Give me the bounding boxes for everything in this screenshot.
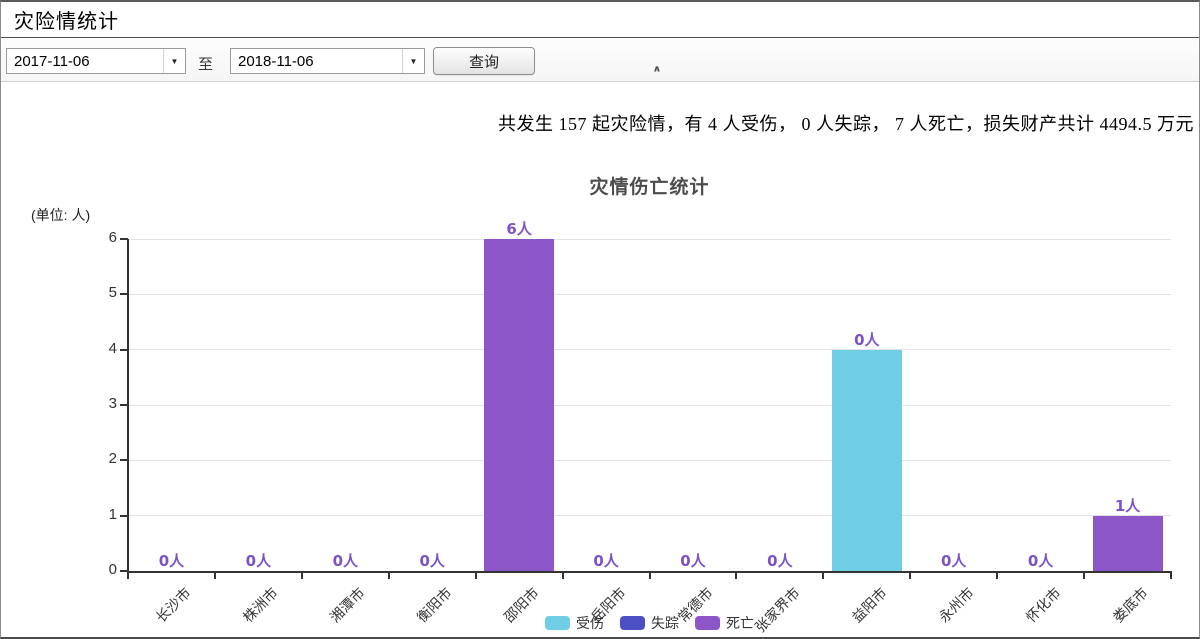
y-axis-label: 0 [62,561,117,578]
x-axis-tick [562,573,564,579]
x-axis-tick [214,573,216,579]
x-axis-tick [388,573,390,579]
legend-label: 失踪 [651,613,679,633]
y-axis-label: 6 [62,229,117,246]
x-axis-tick [649,573,651,579]
bar-value-label: 0人 [566,550,646,571]
x-axis-tick [735,573,737,579]
bar-value-label: 0人 [914,550,994,571]
gridline [128,405,1171,406]
legend-item-失踪[interactable]: 失踪 [620,613,679,633]
casualty-bar-chart: 灾情伤亡统计 (单位: 人) 受伤失踪死亡 01234560人0人0人0人6人0… [1,2,1199,637]
gridline [128,515,1171,516]
legend-item-死亡[interactable]: 死亡 [695,613,754,633]
bar-死亡[interactable] [1093,516,1163,571]
bar-value-label: 0人 [653,550,733,571]
bar-value-label: 0人 [827,329,907,350]
x-axis-tick [1170,573,1172,579]
legend-swatch-icon [620,616,645,630]
gridline [128,460,1171,461]
gridline [128,349,1171,350]
y-axis-line [127,239,129,573]
y-axis-label: 3 [62,395,117,412]
x-axis-tick [996,573,998,579]
y-axis-label: 4 [62,340,117,357]
gridline [128,294,1171,295]
y-axis-label: 5 [62,284,117,301]
page: 灾险情统计 2017-11-06 ▼ 至 2018-11-06 ▼ 查询 ∧ 共… [0,0,1200,639]
bar-value-label: 0人 [131,550,211,571]
bar-value-label: 1人 [1088,495,1168,516]
x-axis-tick [822,573,824,579]
x-axis-tick [909,573,911,579]
bar-死亡[interactable] [484,239,554,571]
bar-value-label: 0人 [1001,550,1081,571]
bar-value-label: 0人 [218,550,298,571]
bar-value-label: 6人 [479,218,559,239]
bar-value-label: 0人 [305,550,385,571]
bar-受伤[interactable] [832,350,902,571]
x-axis-tick [475,573,477,579]
chart-title: 灾情伤亡统计 [128,172,1171,199]
y-axis-label: 2 [62,450,117,467]
legend-swatch-icon [545,616,570,630]
chart-unit-label: (单位: 人) [31,205,90,225]
legend-label: 死亡 [726,613,754,633]
bar-value-label: 0人 [740,550,820,571]
x-axis-tick [1083,573,1085,579]
chart-legend: 受伤失踪死亡 [128,613,1171,633]
x-axis-tick [301,573,303,579]
legend-swatch-icon [695,616,720,630]
x-axis-tick [127,573,129,579]
gridline [128,239,1171,240]
bar-value-label: 0人 [392,550,472,571]
y-axis-label: 1 [62,506,117,523]
